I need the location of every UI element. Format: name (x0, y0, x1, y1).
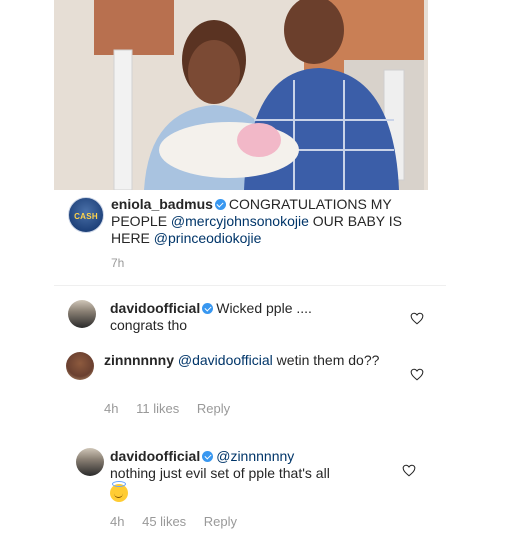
comment: davidoofficial Wicked pple .... congrats … (68, 298, 448, 340)
comment-body-line1: Wicked pple .... (216, 300, 312, 316)
comment-mention[interactable]: @zinnnnnny (216, 448, 294, 464)
caption-mention[interactable]: @princeodiokojie (154, 230, 262, 246)
caption-mention[interactable]: @mercyjohnsonokojie (171, 213, 309, 229)
reply-button[interactable]: Reply (204, 514, 237, 529)
post-photo-illustration (54, 0, 428, 190)
comment-meta: 4h 11 likes Reply (104, 401, 244, 416)
verified-badge-icon (214, 199, 226, 210)
comment-username[interactable]: zinnnnnny (104, 352, 174, 368)
smiling-face-with-halo-icon (110, 481, 128, 502)
verified-badge-icon (202, 303, 214, 314)
likes-count[interactable]: 45 likes (142, 514, 186, 529)
avatar[interactable] (76, 448, 104, 476)
avatar-logo-text: CASH (74, 212, 98, 221)
likes-count[interactable]: 11 likes (136, 401, 179, 416)
heart-outline-icon[interactable] (410, 368, 424, 381)
post-photo[interactable] (54, 0, 428, 190)
heart-outline-icon[interactable] (410, 312, 424, 325)
comment-username[interactable]: davidoofficial (110, 300, 200, 316)
comment-text: zinnnnnny @davidoofficial wetin them do?… (104, 352, 404, 369)
verified-badge-icon (202, 451, 214, 462)
comment-time: 4h (110, 514, 125, 529)
comment: davidoofficial @zinnnnnny nothing just ev… (76, 444, 446, 534)
post-time: 7h (111, 256, 125, 270)
heart-outline-icon[interactable] (402, 464, 416, 477)
comment-mention[interactable]: @davidoofficial (178, 352, 273, 368)
comment-body: nothing just evil set of pple that's all (110, 465, 330, 481)
comment-username[interactable]: davidoofficial (110, 448, 200, 464)
avatar[interactable] (68, 300, 96, 328)
comment-body: wetin them do?? (272, 352, 380, 368)
reply-button[interactable]: Reply (197, 401, 230, 416)
avatar[interactable]: CASH (68, 197, 104, 233)
comment-time: 4h (104, 401, 119, 416)
caption-text: eniola_badmus CONGRATULATIONS MY PEOPLE @… (111, 196, 441, 247)
caption-username[interactable]: eniola_badmus (111, 196, 213, 212)
comment-text: davidoofficial Wicked pple .... congrats … (110, 300, 410, 334)
avatar[interactable] (66, 352, 94, 380)
divider (54, 285, 446, 286)
comment-meta: 4h 45 likes Reply (110, 514, 251, 529)
comment-text: davidoofficial @zinnnnnny nothing just ev… (110, 448, 410, 506)
comment-body-line2: congrats tho (110, 317, 188, 333)
comment: zinnnnnny @davidoofficial wetin them do?… (66, 348, 448, 418)
post-caption: CASH eniola_badmus CONGRATULATIONS MY PEO… (54, 190, 444, 270)
